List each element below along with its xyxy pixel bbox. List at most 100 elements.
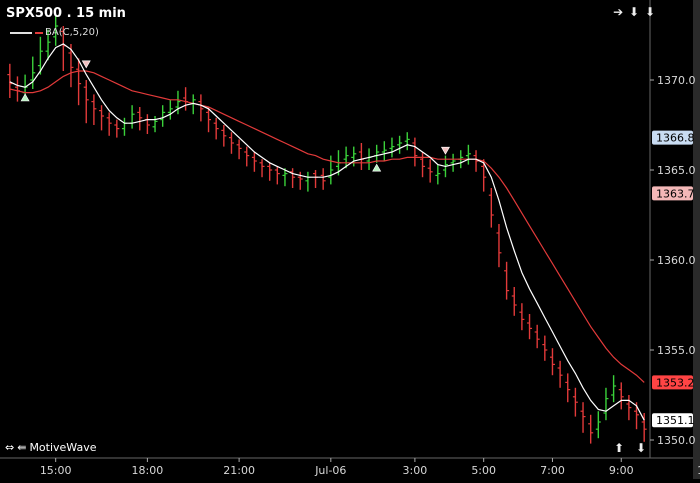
ohlc-bar (290, 168, 296, 188)
ohlc-bar (465, 144, 471, 165)
ohlc-bar (198, 94, 204, 122)
ohlc-bar (129, 105, 135, 129)
ohlc-bar (305, 171, 311, 192)
ohlc-bar (420, 152, 426, 178)
price-chart[interactable]: 1370.0 1365.0 1360.0 1355.0 1350.0 1366.8 1363… (0, 0, 700, 479)
ohlc-bar (167, 99, 173, 120)
ohlc-bar (572, 387, 578, 417)
arrow-down-icon[interactable]: ⬇ (645, 5, 656, 19)
arrows-left-icon[interactable]: ⇚ (17, 441, 26, 454)
ohlc-bar (328, 155, 334, 185)
x-tick-label: 15:00 (40, 464, 72, 477)
ohlc-bar (626, 395, 632, 421)
ohlc-bar (397, 135, 403, 154)
chart-controls-bottom: ⬆ ⬇ (614, 441, 650, 455)
y-tick-label: 1350.0 (657, 434, 696, 447)
ohlc-bar (481, 159, 487, 192)
ohlc-bar (435, 164, 441, 185)
ohlc-bar (389, 137, 395, 158)
ohlc-bar (542, 335, 548, 361)
sell-signal-marker (81, 60, 91, 69)
price-axis: 1370.0 1365.0 1360.0 1355.0 1350.0 1366.8 1363… (0, 0, 700, 479)
ohlc-bar (213, 117, 219, 140)
ohlc-bar (160, 105, 166, 127)
x-tick-label: 21:00 (223, 464, 255, 477)
time-axis: 15:0018:0021:00Jul-063:005:007:009:0012:… (40, 458, 700, 477)
arrow-right-icon[interactable]: ➔ (613, 5, 624, 19)
price-bars (7, 15, 647, 444)
indicator-legend[interactable]: BA(C,5,20) (10, 27, 99, 38)
price-badge-label: 1351.1 (656, 414, 695, 427)
ohlc-bar (527, 314, 533, 340)
ohlc-bar (152, 116, 158, 133)
fast-average-line (9, 43, 645, 421)
ohlc-bar (473, 150, 479, 172)
ohlc-bar (565, 373, 571, 403)
ohlc-bar (274, 166, 280, 185)
ohlc-bar (267, 162, 273, 181)
ohlc-bar (30, 56, 36, 89)
ohlc-bar (374, 144, 380, 163)
x-tick-label: 18:00 (132, 464, 164, 477)
ohlc-bar (251, 152, 257, 172)
ohlc-bar (611, 375, 617, 403)
chart-controls-top: ➔ ⬇ ⬇ (613, 5, 656, 19)
buy-signal-marker (372, 163, 382, 172)
ohlc-bar (7, 63, 13, 98)
price-badge-label: 1366.8 (656, 132, 695, 145)
ohlc-bar (511, 287, 517, 316)
ohlc-bar (618, 382, 624, 410)
x-tick-label: 5:00 (471, 464, 496, 477)
ohlc-bar (519, 303, 525, 331)
ohlc-bar (14, 76, 20, 102)
ohlc-bar (504, 261, 510, 300)
ohlc-bar (68, 44, 74, 88)
ohlc-bar (496, 224, 502, 268)
y-tick-label: 1365.0 (657, 164, 696, 177)
ohlc-bar (427, 159, 433, 183)
ohlc-bar (450, 153, 456, 172)
ohlc-bar (588, 414, 594, 444)
ohlc-bar (488, 188, 494, 228)
slow-line-swatch (35, 31, 43, 34)
fast-line-swatch (10, 31, 32, 34)
sell-signal-marker (440, 146, 450, 155)
chart-title: SPX500 . 15 min (6, 6, 126, 21)
ohlc-bar (313, 170, 319, 188)
ohlc-bar (381, 141, 387, 161)
ohlc-bar (121, 117, 127, 136)
ohlc-bar (228, 132, 234, 154)
ohlc-bar (137, 107, 143, 131)
arrow-down-icon[interactable]: ⬇ (636, 441, 650, 455)
ohlc-bar (99, 105, 105, 131)
slow-average-line (9, 70, 645, 383)
ohlc-bar (114, 119, 120, 138)
ohlc-bar (404, 132, 410, 151)
y-tick-label: 1355.0 (657, 344, 696, 357)
y-tick-label: 1360.0 (657, 254, 696, 267)
price-badge-label: 1353.2 (656, 376, 695, 389)
arrow-up-icon[interactable]: ⬆ (614, 441, 628, 455)
moving-average-lines (9, 43, 645, 421)
x-tick-label: 3:00 (403, 464, 428, 477)
y-tick-label: 1370.0 (657, 74, 696, 87)
ohlc-bar (83, 80, 89, 124)
ohlc-bar (603, 387, 609, 421)
brand-area: ⇔ ⇚ MotiveWave (5, 441, 97, 454)
x-tick-label: 9:00 (609, 464, 634, 477)
ohlc-bar (549, 348, 555, 376)
arrow-left-right-icon[interactable]: ⇔ (5, 441, 14, 454)
ohlc-bar (534, 324, 540, 349)
buy-signal-marker (20, 93, 30, 102)
price-badge-label: 1363.7 (656, 187, 695, 200)
ohlc-bar (244, 146, 250, 167)
ohlc-bar (595, 411, 601, 439)
ohlc-bar (221, 125, 227, 147)
ohlc-bar (259, 159, 265, 178)
brand-label: MotiveWave (29, 441, 97, 454)
chart-root: 1370.0 1365.0 1360.0 1355.0 1350.0 1366.8 1363… (0, 0, 700, 479)
ohlc-bar (580, 402, 586, 433)
indicator-legend-label: BA(C,5,20) (45, 27, 99, 38)
ohlc-bar (236, 139, 242, 160)
arrow-down-icon[interactable]: ⬇ (629, 5, 640, 19)
